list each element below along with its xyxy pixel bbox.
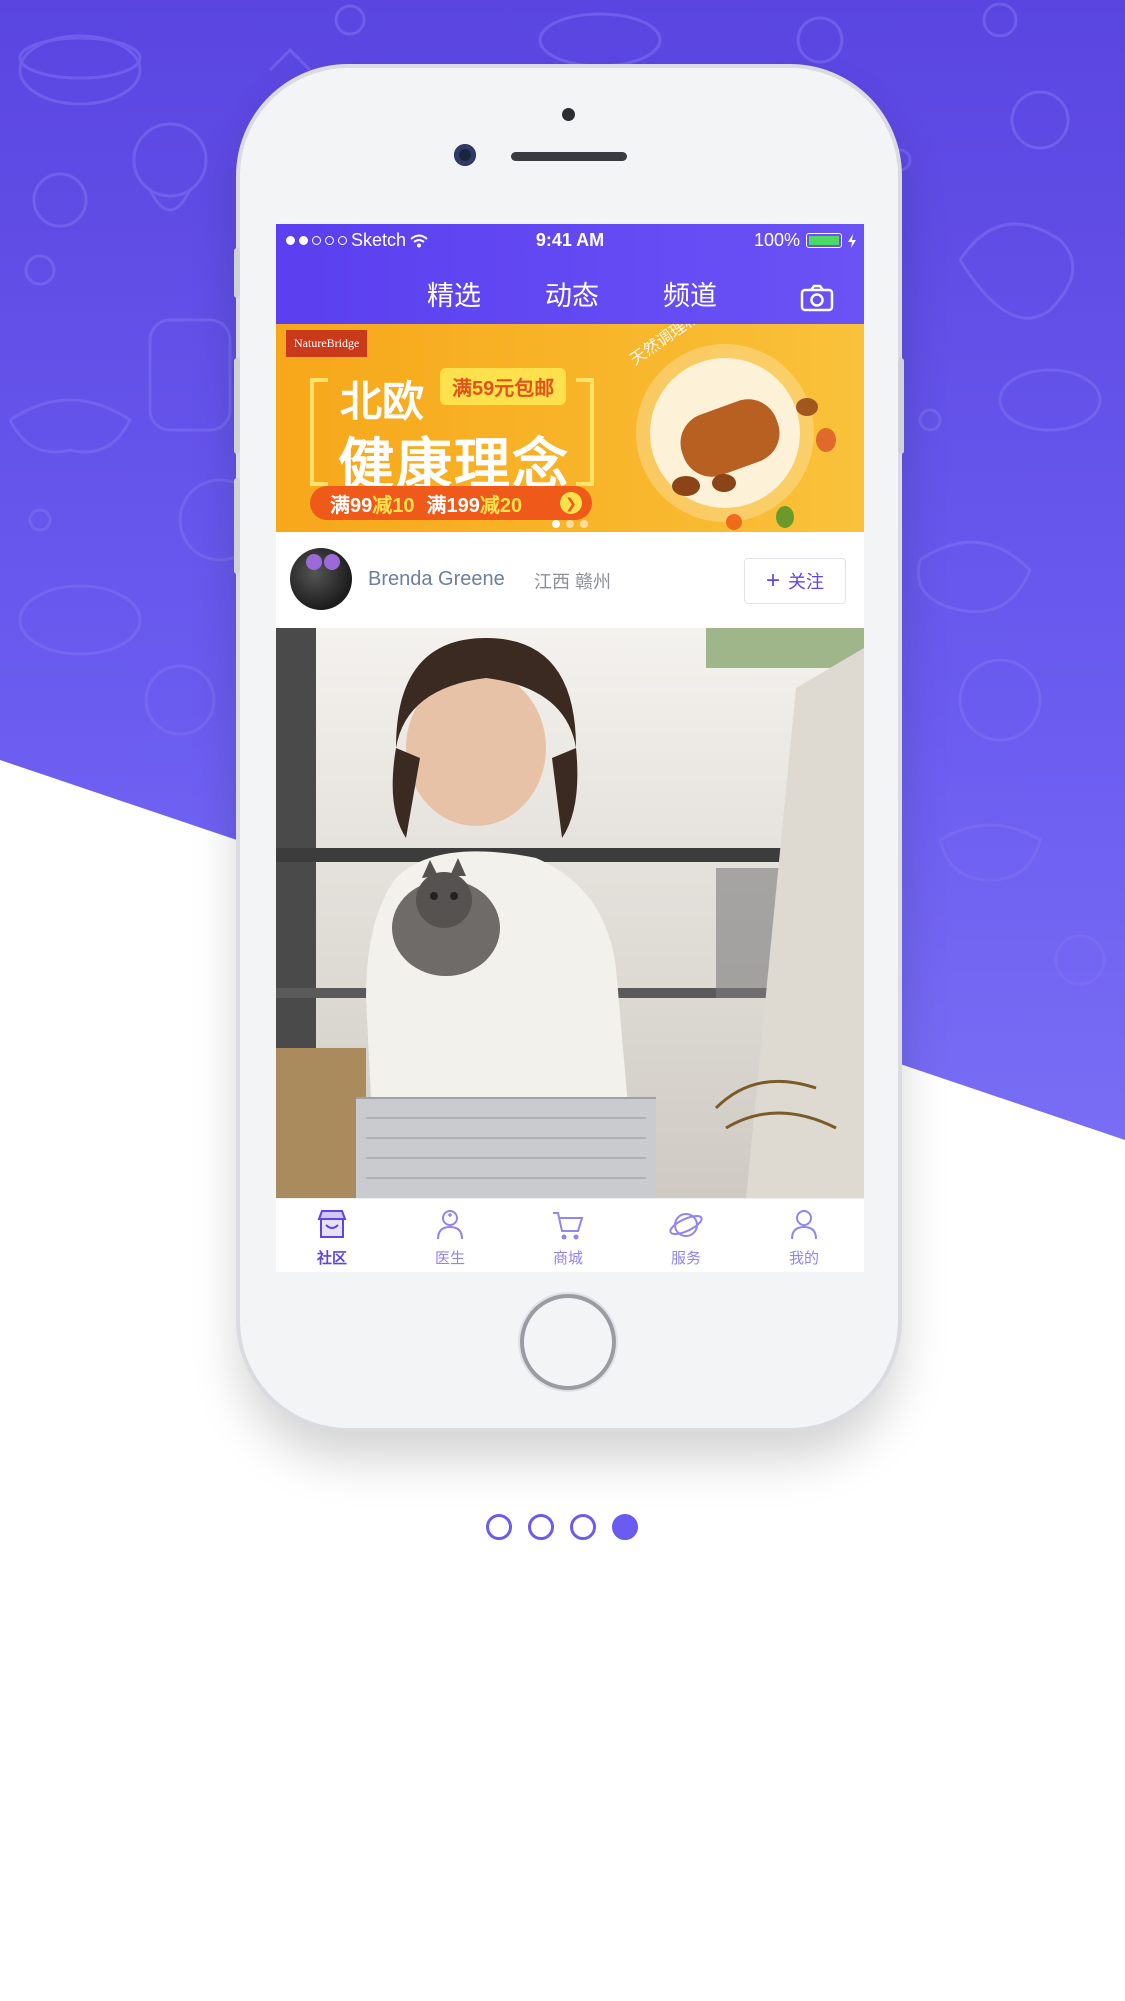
tab-service[interactable]: 服务 — [646, 1207, 726, 1268]
follow-button[interactable]: + 关注 — [744, 558, 846, 604]
store-icon — [317, 1210, 347, 1238]
author-location: 江西 赣州 — [534, 572, 612, 592]
avocado-image — [776, 506, 794, 528]
front-camera — [454, 144, 476, 166]
tab-label: 我的 — [788, 1250, 819, 1267]
battery-icon — [806, 233, 842, 248]
offer-a-off: 减10 — [372, 494, 415, 517]
arrow-right-icon: ❯ — [560, 492, 582, 514]
discount-offer-pill[interactable]: 满99 减10 满199 减20 ❯ — [310, 486, 592, 520]
page-dot-active[interactable] — [612, 1514, 638, 1540]
carrot-image — [726, 514, 742, 530]
camera-icon[interactable] — [800, 284, 834, 312]
tab-label: 商城 — [552, 1250, 583, 1267]
brand-logo: NatureBridge — [286, 330, 368, 357]
tab-mall[interactable]: 商城 — [528, 1207, 608, 1268]
earpiece-speaker — [511, 152, 627, 161]
plus-icon: + — [765, 567, 780, 594]
battery-percent: 100% — [753, 230, 800, 250]
banner-bracket-right — [576, 378, 594, 486]
tab-mine[interactable]: 我的 — [764, 1207, 844, 1268]
follow-label: 关注 — [788, 572, 824, 592]
page-dot[interactable] — [486, 1514, 512, 1540]
tab-label: 社区 — [316, 1250, 347, 1267]
top-bar: Sketch 9:41 AM 100% 精选 动态 频道 — [276, 224, 864, 330]
kibble-image — [672, 476, 700, 496]
banner-pager — [552, 520, 588, 528]
post-photo[interactable] — [276, 628, 864, 1198]
tab-feed[interactable]: 动态 — [512, 274, 632, 313]
tab-label: 医生 — [434, 1250, 465, 1267]
onboarding-page-indicator — [486, 1514, 638, 1540]
offer-b: 满199 — [426, 494, 480, 517]
battery-area: 100% — [754, 230, 856, 251]
app-screen: Sketch 9:41 AM 100% 精选 动态 频道 NatureBridg… — [276, 224, 864, 1272]
page-dot[interactable] — [528, 1514, 554, 1540]
avatar-detail — [324, 554, 340, 570]
user-icon — [791, 1210, 817, 1240]
volume-up-button — [234, 358, 240, 454]
home-button[interactable] — [520, 1294, 616, 1390]
offer-b-off: 减20 — [479, 494, 523, 517]
pager-dot[interactable] — [552, 520, 560, 528]
tab-featured[interactable]: 精选 — [394, 274, 514, 330]
tab-doctor[interactable]: 医生 — [410, 1207, 490, 1268]
woman-with-kitten-photo — [276, 628, 864, 1198]
banner-bracket-left — [310, 378, 328, 486]
power-button — [898, 358, 904, 454]
planet-icon — [669, 1213, 703, 1237]
promo-banner[interactable]: NatureBridge 北欧 满59元包邮 健康理念 满99 减10 满199 减… — [276, 324, 864, 532]
charging-bolt-icon — [848, 233, 856, 248]
doctor-icon — [437, 1210, 463, 1240]
free-shipping-badge: 满59元包邮 — [440, 368, 567, 405]
author-name[interactable]: Brenda Greene — [368, 568, 505, 591]
top-tabs: 精选 动态 频道 — [276, 266, 864, 330]
post-author-row: Brenda Greene 江西 赣州 + 关注 — [276, 532, 864, 628]
offer-a: 满99 — [330, 494, 373, 517]
tab-label: 服务 — [670, 1250, 701, 1267]
mute-switch — [234, 248, 240, 298]
pager-dot[interactable] — [566, 520, 574, 528]
tab-channel[interactable]: 频道 — [630, 274, 750, 313]
salmon-image — [816, 428, 836, 452]
status-bar: Sketch 9:41 AM 100% — [276, 224, 864, 258]
tab-community[interactable]: 社区 — [292, 1207, 372, 1268]
cart-icon — [553, 1212, 584, 1240]
page-dot[interactable] — [570, 1514, 596, 1540]
pager-dot[interactable] — [580, 520, 588, 528]
avatar[interactable] — [290, 548, 352, 610]
proximity-sensor — [562, 108, 575, 121]
bottom-tab-bar: 社区 医生 商城 服务 我的 — [276, 1198, 864, 1272]
avatar-detail — [306, 554, 322, 570]
kibble-image — [712, 474, 736, 492]
volume-down-button — [234, 478, 240, 574]
kibble-image — [796, 398, 818, 416]
